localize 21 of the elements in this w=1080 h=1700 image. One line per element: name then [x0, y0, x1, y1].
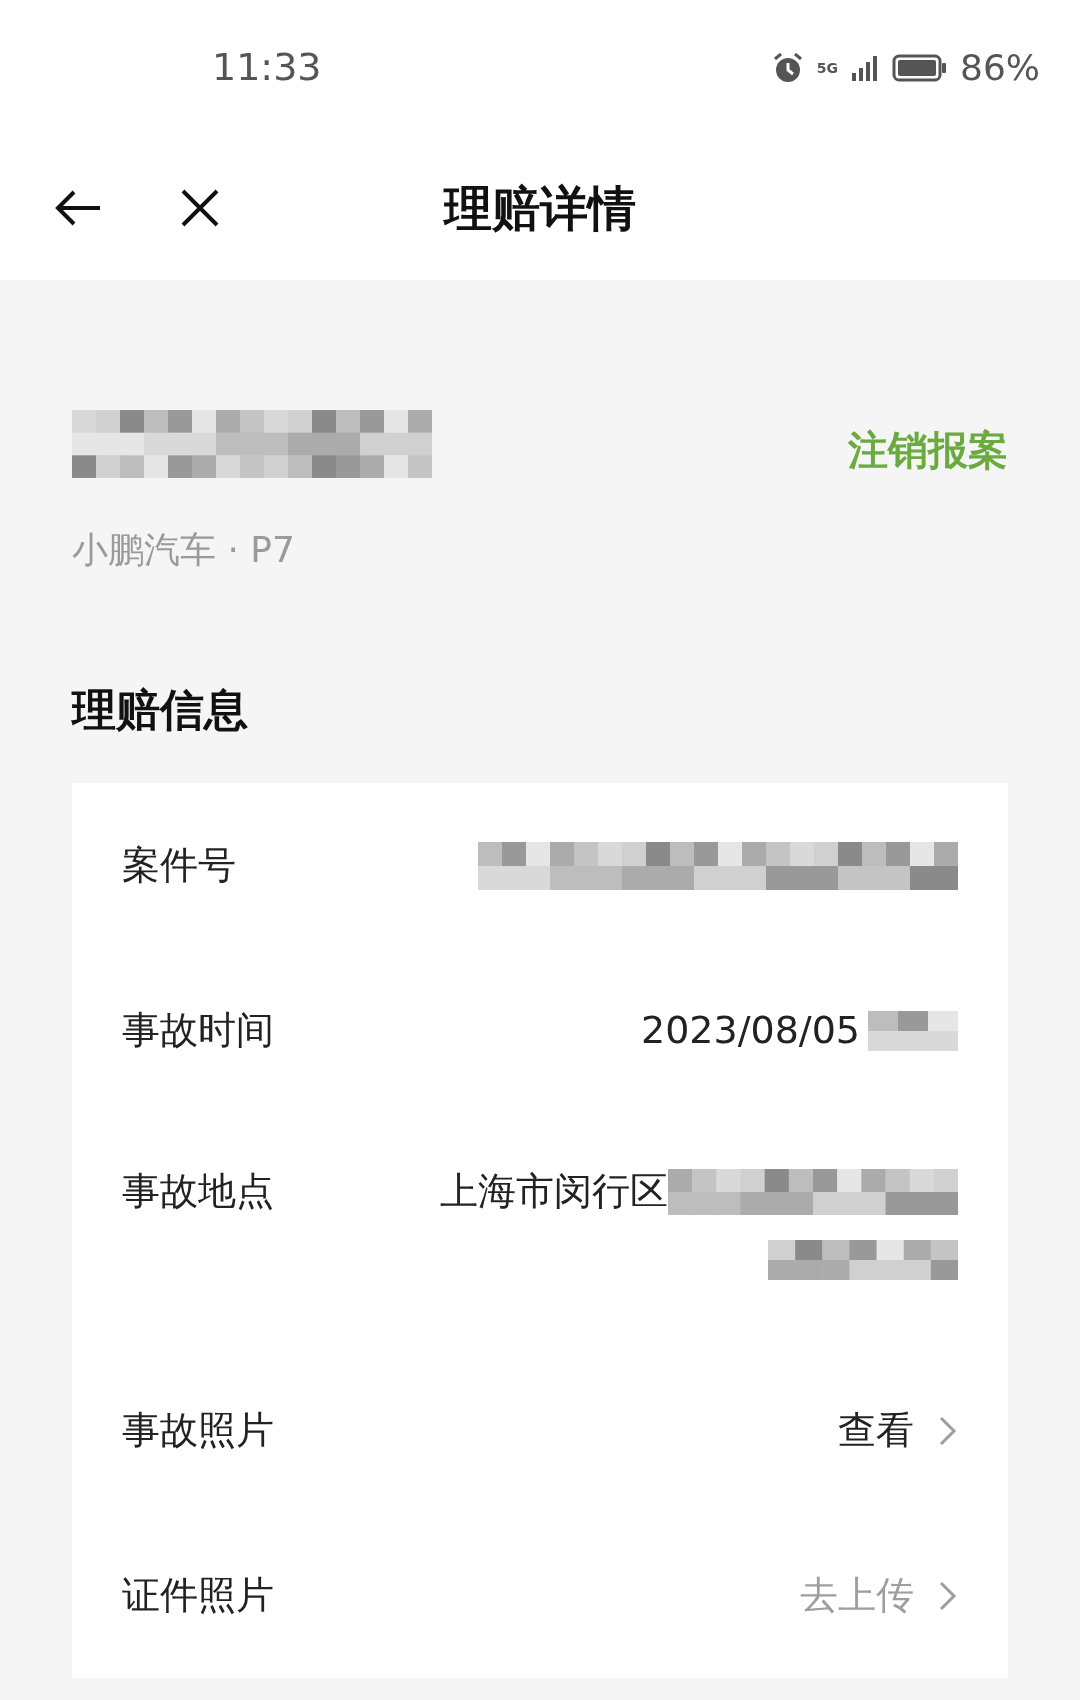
- battery-percent: 86%: [960, 45, 1040, 90]
- field-value: 2023/08/05: [640, 1007, 860, 1054]
- cancel-report-link[interactable]: 注销报案: [848, 420, 1008, 480]
- page-title: 理赔详情: [444, 178, 636, 238]
- close-icon: [180, 187, 220, 228]
- chevron-right-icon: [938, 1414, 958, 1447]
- status-time: 11:33: [212, 44, 322, 91]
- row-link[interactable]: 查看: [838, 1402, 958, 1459]
- field-label: 事故时间: [122, 1007, 275, 1054]
- field-label: 证件照片: [122, 1572, 275, 1619]
- section-title: 理赔信息: [70, 683, 249, 737]
- network-label: 5G: [816, 60, 838, 75]
- field-label: 事故地点: [122, 1168, 275, 1215]
- row-link[interactable]: 去上传: [800, 1567, 958, 1624]
- field-label: 案件号: [122, 842, 237, 889]
- vehicle-model: 小鹏汽车 · P7: [72, 528, 296, 572]
- field-label: 事故照片: [122, 1407, 275, 1454]
- field-value: 上海市闵行区: [440, 1168, 668, 1215]
- chevron-right-icon: [938, 1579, 958, 1612]
- battery-icon: [892, 52, 948, 83]
- back-arrow-icon: [54, 189, 102, 226]
